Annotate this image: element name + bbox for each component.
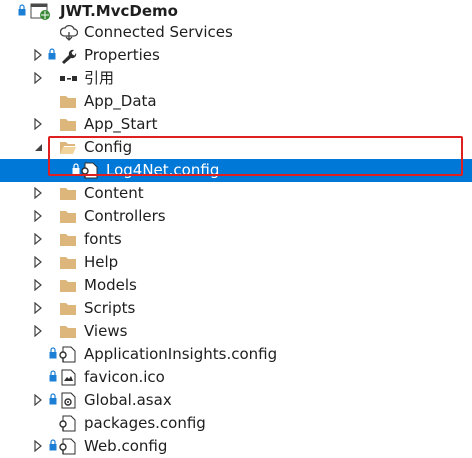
tree-item-label: Scripts [84, 299, 136, 317]
tree-row-content[interactable]: Content [0, 182, 472, 205]
tree-row-controllers[interactable]: Controllers [0, 205, 472, 228]
chevron-right-icon[interactable] [33, 49, 43, 61]
folder-icon [60, 280, 76, 292]
tree-item-label: Views [84, 322, 128, 340]
tree-item-label: Log4Net.config [106, 161, 220, 179]
chevron-right-icon[interactable] [33, 394, 43, 406]
lock-icon [49, 347, 57, 359]
csharp-web-project-icon [30, 3, 50, 20]
tree-item-label: Config [84, 138, 133, 156]
tree-item-label: ApplicationInsights.config [84, 345, 278, 363]
tree-row-applicationinsights-config[interactable]: ApplicationInsights.config [0, 343, 472, 366]
tree-item-label: Models [84, 276, 137, 294]
lock-icon [48, 48, 56, 60]
lock-icon [18, 4, 26, 16]
tree-row-help[interactable]: Help [0, 251, 472, 274]
folder-icon [60, 303, 76, 315]
tree-item-label: Connected Services [84, 23, 233, 41]
chevron-right-icon[interactable] [33, 440, 43, 452]
solution-explorer-tree: JWT.MvcDemo Connected Services Propertie… [0, 0, 472, 455]
tree-row-references[interactable]: 引用 [0, 67, 472, 90]
tree-row-models[interactable]: Models [0, 274, 472, 297]
project-name: JWT.MvcDemo [60, 2, 178, 20]
tree-row-views[interactable]: Views [0, 320, 472, 343]
lock-icon [49, 393, 57, 405]
chevron-right-icon[interactable] [33, 233, 43, 245]
tree-item-label: Global.asax [84, 391, 172, 409]
tree-row-log4net-config[interactable]: Log4Net.config [0, 159, 472, 182]
tree-row-connected-services[interactable]: Connected Services [0, 21, 472, 44]
chevron-down-icon[interactable] [33, 141, 43, 153]
folder-icon [60, 188, 76, 200]
tree-item-label: packages.config [84, 414, 206, 432]
tree-item-label: App_Data [84, 92, 157, 110]
chevron-right-icon[interactable] [33, 302, 43, 314]
folder-icon [60, 211, 76, 223]
tree-row-scripts[interactable]: Scripts [0, 297, 472, 320]
tree-row-app-start[interactable]: App_Start [0, 113, 472, 136]
tree-item-label: favicon.ico [84, 368, 165, 386]
tree-item-label: Controllers [84, 207, 166, 225]
chevron-right-icon[interactable] [33, 187, 43, 199]
lock-icon [49, 370, 57, 382]
folder-icon [60, 257, 76, 269]
folder-open-icon [60, 142, 76, 154]
asax-file-icon [61, 392, 76, 409]
tree-item-label: Content [84, 184, 144, 202]
chevron-right-icon[interactable] [33, 325, 43, 337]
config-file-icon [81, 162, 98, 179]
references-icon [60, 76, 77, 81]
lock-icon [72, 163, 80, 175]
tree-row-project[interactable]: JWT.MvcDemo [0, 0, 472, 23]
config-file-icon [59, 415, 76, 432]
config-file-icon [59, 346, 76, 363]
lock-icon [49, 439, 57, 451]
chevron-right-icon[interactable] [33, 72, 43, 84]
tree-row-properties[interactable]: Properties [0, 44, 472, 67]
tree-item-label: Properties [84, 46, 160, 64]
chevron-right-icon[interactable] [33, 118, 43, 130]
folder-icon [60, 234, 76, 246]
tree-item-label: Help [84, 253, 119, 271]
tree-row-packages-config[interactable]: packages.config [0, 412, 472, 435]
tree-item-label: App_Start [84, 115, 158, 133]
tree-row-app-data[interactable]: App_Data [0, 90, 472, 113]
tree-item-label: fonts [84, 230, 122, 248]
folder-icon [60, 96, 76, 108]
tree-item-label: Web.config [84, 437, 168, 455]
connected-services-icon [60, 24, 78, 41]
folder-icon [60, 119, 76, 131]
image-file-icon [61, 369, 76, 386]
tree-row-web-config[interactable]: Web.config [0, 435, 472, 458]
wrench-icon [62, 49, 77, 64]
tree-row-config[interactable]: Config [0, 136, 472, 159]
tree-row-global-asax[interactable]: Global.asax [0, 389, 472, 412]
tree-row-fonts[interactable]: fonts [0, 228, 472, 251]
chevron-right-icon[interactable] [33, 279, 43, 291]
chevron-right-icon[interactable] [33, 256, 43, 268]
config-file-icon [59, 438, 76, 455]
tree-item-label: 引用 [84, 69, 115, 87]
folder-icon [60, 326, 76, 338]
chevron-right-icon[interactable] [33, 210, 43, 222]
tree-row-favicon[interactable]: favicon.ico [0, 366, 472, 389]
